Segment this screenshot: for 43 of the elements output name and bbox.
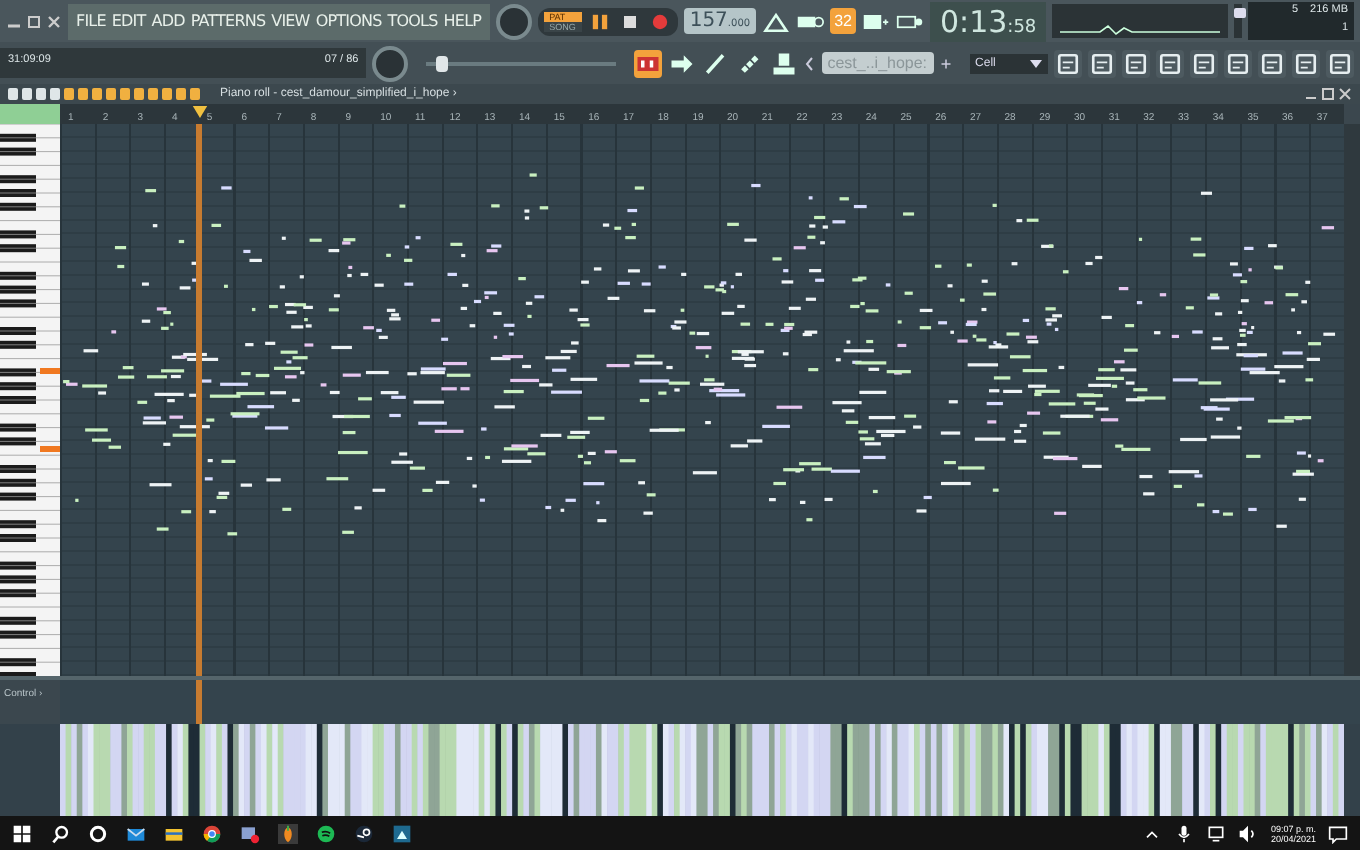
- velocity-bars-drawing[interactable]: [60, 724, 1344, 816]
- restore-icon[interactable]: [26, 13, 42, 29]
- menu-item[interactable]: HELP: [443, 12, 482, 30]
- menu-item[interactable]: PATTERNS: [190, 12, 266, 30]
- knob[interactable]: [495, 3, 532, 39]
- knob[interactable]: [372, 45, 409, 81]
- mail-icon[interactable]: [126, 823, 146, 843]
- folder-icon[interactable]: [164, 823, 184, 843]
- playhead-line[interactable]: [196, 124, 203, 676]
- menu-item[interactable]: OPTIONS: [315, 12, 382, 30]
- search-icon[interactable]: [50, 823, 70, 843]
- menu-item[interactable]: ADD: [151, 12, 185, 30]
- music-app-icon[interactable]: [316, 823, 336, 843]
- image-app-icon[interactable]: [392, 823, 412, 843]
- playhead-line: [196, 680, 203, 724]
- master-volume-slider[interactable]: [1234, 7, 1247, 18]
- previous-pattern-icon[interactable]: [803, 55, 816, 71]
- browser-icon[interactable]: [202, 823, 222, 843]
- menu-item[interactable]: VIEW: [271, 12, 310, 30]
- menu-item[interactable]: TOOLS: [387, 12, 438, 30]
- windows-start-icon[interactable]: [12, 823, 32, 843]
- piano-keyboard-drawing[interactable]: [0, 124, 60, 676]
- speaker-icon[interactable]: [1238, 823, 1259, 843]
- song-time-display: 0:13:58: [929, 1, 1047, 41]
- pitch-slider-thumb[interactable]: [435, 55, 448, 71]
- vertical-scrollbar[interactable]: [1344, 124, 1360, 676]
- app-window-icon[interactable]: [240, 823, 260, 843]
- microphone-icon[interactable]: [1174, 823, 1195, 843]
- network-icon[interactable]: [1206, 823, 1227, 843]
- window-buttons-drawing[interactable]: [1304, 86, 1352, 102]
- menu-item[interactable]: FILE: [76, 12, 106, 30]
- fruit-app-icon[interactable]: [278, 823, 298, 843]
- pencil-icon[interactable]: [701, 49, 730, 77]
- close-icon[interactable]: [46, 13, 62, 29]
- notification-icon[interactable]: [1328, 823, 1348, 843]
- pause-icon[interactable]: [587, 9, 612, 33]
- typing-keyboard-icon[interactable]: [633, 49, 662, 77]
- menu-item[interactable]: EDIT: [111, 12, 146, 30]
- caret-icon: [1030, 59, 1042, 67]
- ruler-corner: [0, 104, 60, 124]
- metronome-icon[interactable]: [762, 7, 791, 35]
- plus-icon[interactable]: [939, 55, 952, 71]
- circle-icon[interactable]: [88, 823, 108, 843]
